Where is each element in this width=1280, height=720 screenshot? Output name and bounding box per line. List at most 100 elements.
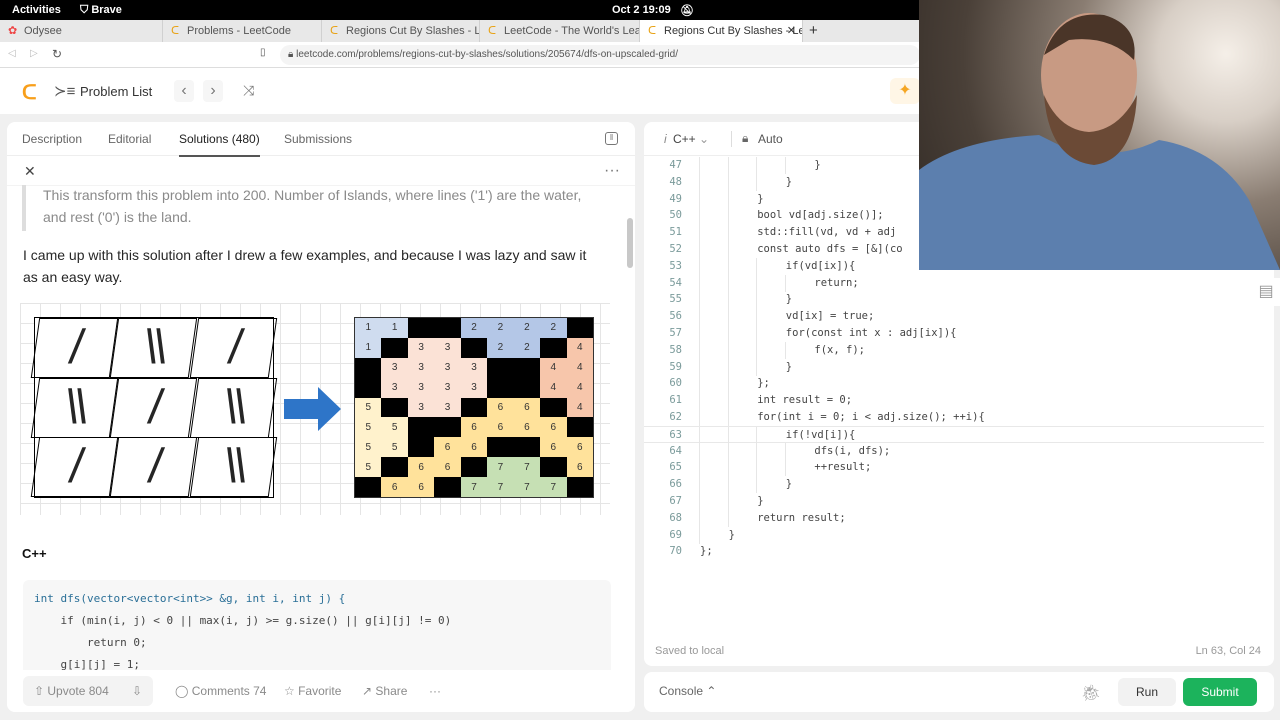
region-cell: 5 [355, 457, 382, 478]
indent-guide [727, 274, 729, 292]
region-cell: 6 [513, 397, 541, 418]
indent-guide [727, 392, 729, 410]
code-text: bool vd[adj.size()]; [757, 209, 884, 222]
reload-icon[interactable]: ↻ [52, 47, 62, 61]
chevron-down-icon: ⌄ [699, 132, 710, 146]
scrollbar-thumb[interactable] [627, 218, 633, 268]
share-button[interactable]: ↗ Share [362, 684, 407, 698]
left-tabs: Description Editorial Solutions (480) Su… [7, 122, 635, 157]
run-button[interactable]: Run [1118, 678, 1176, 706]
new-tab-button[interactable]: + [809, 20, 818, 42]
language-select[interactable]: C++ ⌄ [673, 132, 709, 146]
code-text: ++result; [814, 461, 872, 474]
slash-cell: / [110, 377, 198, 438]
region-cell: 2 [487, 337, 514, 358]
bookmark-icon[interactable]: ▯ [260, 47, 266, 58]
line-number: 65 [669, 461, 682, 474]
panel-layout-icon[interactable]: ǁ [605, 132, 618, 145]
region-cell: 6 [487, 397, 514, 418]
ai-sparkle-icon[interactable]: ✦ [890, 78, 920, 104]
code-text: for(int i = 0; i < adj.size(); ++i){ [757, 411, 985, 423]
tab-editorial[interactable]: Editorial [108, 132, 151, 146]
code-text: if(!vd[i]){ [785, 428, 856, 441]
indent-guide [699, 442, 700, 460]
indent-guide [727, 493, 729, 510]
browser-tab[interactable]: ᑕ Problems - LeetCode [163, 20, 322, 42]
chevron-up-icon: ⌃ [706, 684, 717, 698]
indent-guide [699, 509, 700, 527]
region-cell: 4 [566, 397, 593, 418]
region-cell: 5 [355, 417, 382, 438]
back-icon[interactable]: ◁ [8, 48, 16, 59]
browser-tab[interactable]: ✿ Odysee [0, 20, 163, 42]
line-number: 64 [669, 444, 682, 457]
line-number: 66 [669, 478, 682, 491]
region-cell: 3 [381, 377, 408, 398]
code-text: } [785, 175, 793, 188]
wall-cell [513, 357, 541, 378]
divider [731, 131, 732, 147]
region-cell: 3 [434, 337, 461, 358]
region-cell: 4 [540, 357, 567, 378]
forward-icon[interactable]: ▷ [30, 48, 38, 59]
region-cell: 4 [566, 357, 593, 378]
browser-tab[interactable]: ᑕRegions Cut By Slashes - Leet [322, 20, 480, 42]
brave-app-menu[interactable]: ⛉ Brave [80, 4, 122, 17]
solution-code-block: int dfs(vector<vector<int>> &g, int i, i… [23, 580, 611, 680]
editor-line: 68 return result; [644, 509, 1264, 527]
tab-solutions[interactable]: Solutions (480) [179, 132, 260, 157]
blockquote-text: This transform this problem into 200. Nu… [43, 187, 582, 225]
next-problem-button[interactable]: › [203, 80, 223, 102]
editor-line: 58 f(x, f); [644, 341, 1264, 359]
downvote-button[interactable]: ⇩ [132, 684, 142, 698]
indent-guide [784, 157, 786, 174]
region-cell: 6 [460, 417, 488, 438]
shuffle-icon[interactable]: ⤨ [243, 82, 254, 99]
url-field[interactable]: 🔒︎ leetcode.com/problems/regions-cut-by-… [280, 45, 920, 65]
submit-button[interactable]: Submit [1183, 678, 1257, 706]
wall-cell [460, 397, 488, 418]
auto-mode-toggle[interactable]: Auto [758, 132, 783, 146]
editor-line: 59} [644, 358, 1264, 376]
wall-cell [355, 377, 382, 398]
code-text: return result; [757, 511, 846, 524]
line-number: 51 [669, 226, 682, 239]
solution-paragraph: I came up with this solution after I dre… [23, 247, 587, 285]
clock[interactable]: Oct 2 19:09 [612, 4, 671, 16]
tab-description[interactable]: Description [22, 132, 82, 146]
browser-tab-active[interactable]: ᑕ Regions Cut By Slashes - Le ✕ [640, 20, 803, 42]
browser-tab[interactable]: ᑕ LeetCode - The World's Lead [480, 20, 640, 42]
debug-icon[interactable]: 🐞︎ [1081, 683, 1101, 703]
code-text: dfs(i, dfs); [814, 444, 891, 457]
webcam-overlay [919, 0, 1280, 270]
close-tab-icon[interactable]: ✕ [787, 20, 796, 42]
wall-cell [434, 417, 461, 438]
indent-guide [699, 173, 700, 191]
lock-icon: 🔒︎ [742, 131, 749, 145]
more-actions-button[interactable]: ··· [429, 684, 441, 698]
indent-guide [699, 341, 700, 359]
indent-guide [784, 341, 786, 359]
console-toggle[interactable]: Console ⌃ [659, 684, 716, 698]
slash-cell: \\ [110, 318, 198, 378]
region-cell: 7 [513, 477, 541, 497]
slash-cell: / [189, 318, 278, 378]
region-cell: 3 [460, 377, 488, 398]
editor-line: 65 ++result; [644, 459, 1264, 477]
favorite-button[interactable]: ☆ Favorite [284, 684, 341, 698]
notes-side-icon[interactable]: ▤ [1252, 278, 1280, 306]
more-options-icon[interactable]: ··· [604, 162, 620, 180]
leetcode-favicon-icon: ᑕ [330, 25, 339, 37]
region-cell: 7 [487, 477, 514, 497]
upvote-button[interactable]: ⇧ Upvote 804 [34, 684, 109, 698]
tab-submissions[interactable]: Submissions [284, 132, 352, 146]
leetcode-logo[interactable]: ᑕ [22, 80, 37, 105]
activities-button[interactable]: Activities [12, 4, 61, 16]
editor-line: 61 int result = 0; [644, 392, 1264, 410]
comments-button[interactable]: ◯ Comments 74 [175, 684, 266, 698]
wall-cell [487, 357, 514, 378]
problem-list-link[interactable]: Problem List [80, 84, 152, 99]
indent-guide [756, 442, 758, 460]
close-solution-icon[interactable]: ✕ [24, 163, 36, 180]
prev-problem-button[interactable]: ‹ [174, 80, 194, 102]
